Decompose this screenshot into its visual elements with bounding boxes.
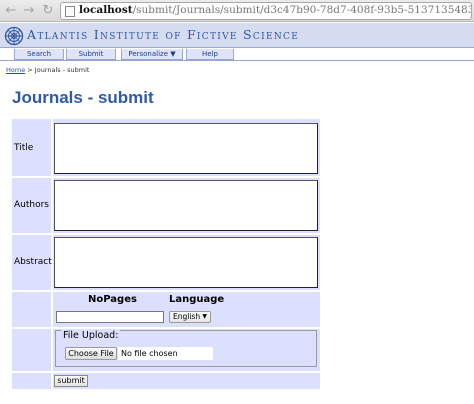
url-text: localhost/submit/Journals/submit/d3c47b9… [79, 4, 471, 16]
choose-file-button[interactable]: Choose File [65, 347, 117, 360]
menu-bar: Search Submit Personalize ▼ Help [0, 49, 474, 61]
back-arrow-icon[interactable]: ← [3, 3, 19, 19]
chevron-down-icon: ▼ [170, 50, 176, 58]
language-selected-value: English [173, 312, 201, 321]
file-status: No file chosen [118, 347, 213, 360]
form-row-divider [12, 290, 320, 292]
menu-divider [0, 60, 474, 61]
nopages-header: NoPages [88, 294, 137, 305]
url-path: /submit/Journals/submit/d3c47b90-78d7-40… [132, 4, 471, 16]
breadcrumb-home-link[interactable]: Home [6, 66, 25, 74]
abstract-label: Abstract [14, 257, 52, 267]
breadcrumb: Home > Journals - submit [6, 66, 89, 74]
nopages-input[interactable] [56, 311, 164, 323]
chevron-down-icon: ▼ [202, 313, 207, 320]
atlantis-logo-icon[interactable] [4, 26, 24, 46]
url-host: localhost [79, 4, 133, 16]
authors-field[interactable] [54, 180, 318, 231]
authors-label: Authors [14, 200, 49, 210]
menu-personalize-label: Personalize [128, 50, 169, 58]
form-row-divider [12, 233, 320, 235]
menu-help-button[interactable]: Help [186, 49, 234, 60]
page-icon [65, 6, 75, 17]
breadcrumb-current: Journals - submit [34, 66, 90, 74]
form-row-divider [12, 371, 320, 373]
title-label: Title [14, 143, 34, 153]
reload-icon[interactable]: ↻ [40, 3, 56, 19]
form-column-divider [51, 119, 53, 389]
language-header: Language [169, 294, 225, 305]
abstract-field[interactable] [54, 237, 318, 288]
form-row-divider [12, 327, 320, 329]
language-select[interactable]: English ▼ [169, 311, 211, 323]
menu-submit-button[interactable]: Submit [66, 49, 116, 60]
site-title[interactable]: Atlantis Institute of Fictive Science [27, 27, 299, 42]
submit-button[interactable]: submit [54, 375, 88, 387]
title-field[interactable] [54, 123, 318, 174]
browser-toolbar: ← → ↻ localhost/submit/Journals/submit/d… [0, 0, 474, 22]
menu-search-button[interactable]: Search [14, 49, 64, 60]
address-bar[interactable]: localhost/submit/Journals/submit/d3c47b9… [60, 2, 472, 20]
page-title: Journals - submit [12, 88, 154, 107]
file-upload-legend: File Upload: [61, 330, 121, 341]
breadcrumb-separator: > [25, 66, 35, 74]
forward-arrow-icon[interactable]: → [21, 3, 37, 19]
form-row-divider [12, 176, 320, 178]
menu-personalize-button[interactable]: Personalize ▼ [121, 49, 183, 60]
